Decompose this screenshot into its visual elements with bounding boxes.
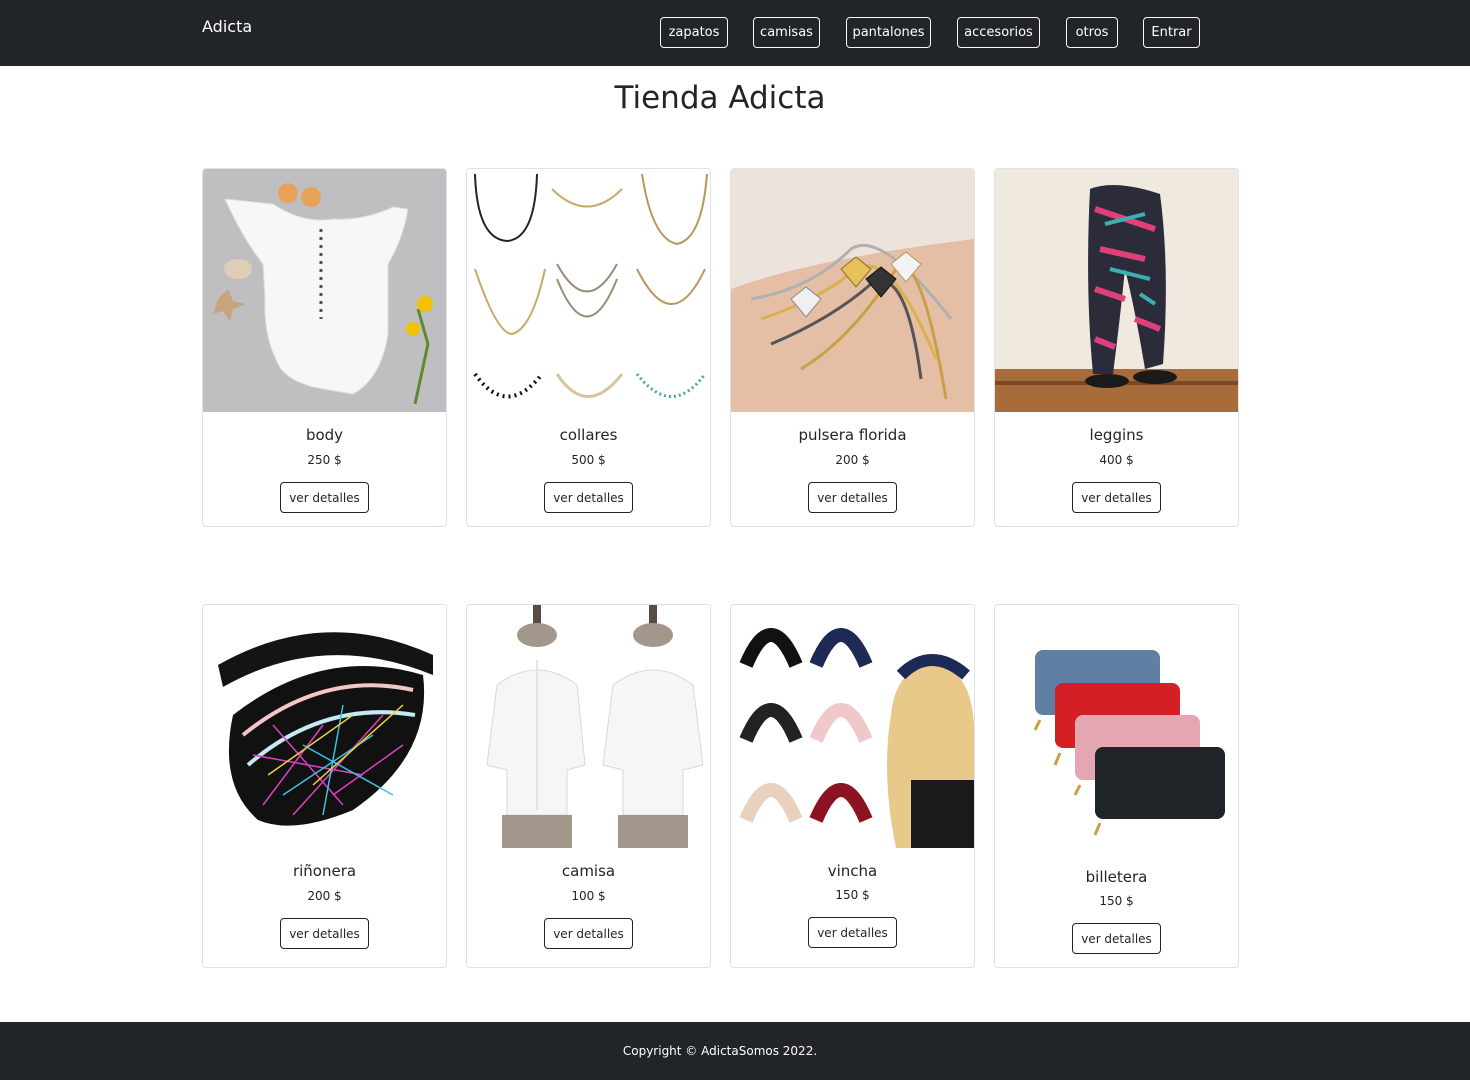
product-card-collares: collares 500 $ ver detalles [466, 168, 711, 527]
footer: Copyright © AdictaSomos 2022. [0, 1022, 1470, 1080]
brand-link[interactable]: Adicta [202, 17, 252, 36]
product-price: 250 $ [307, 453, 342, 467]
product-name: billetera [1085, 868, 1148, 886]
copyright-text: Copyright © AdictaSomos 2022. [622, 1044, 818, 1058]
product-name: vincha [827, 862, 878, 880]
product-name: pulsera florida [798, 426, 907, 444]
details-button[interactable]: ver detalles [544, 482, 633, 513]
wallets-image-icon [995, 605, 1238, 848]
product-price: 100 $ [571, 889, 606, 903]
product-image-collares[interactable] [467, 169, 710, 412]
nav-button-otros[interactable]: otros [1066, 17, 1118, 48]
page-title: Tienda Adicta [614, 80, 826, 116]
details-button[interactable]: ver detalles [1072, 923, 1161, 954]
product-image-pulsera-florida[interactable] [731, 169, 974, 412]
login-button[interactable]: Entrar [1143, 17, 1200, 48]
product-name: collares [559, 426, 618, 444]
product-price: 500 $ [571, 453, 606, 467]
navbar: Adicta zapatos camisas pantalones acceso… [0, 0, 1470, 66]
product-image-vincha[interactable] [731, 605, 974, 848]
fanny-pack-image-icon [203, 605, 446, 848]
product-price: 150 $ [835, 888, 870, 902]
bracelets-image-icon [731, 169, 974, 412]
product-name: riñonera [292, 862, 357, 880]
product-card-pulsera-florida: pulsera florida 200 $ ver detalles [730, 168, 975, 527]
details-button[interactable]: ver detalles [808, 917, 897, 948]
product-price: 200 $ [307, 889, 342, 903]
details-button[interactable]: ver detalles [280, 482, 369, 513]
product-card-camisa: camisa 100 $ ver detalles [466, 604, 711, 968]
details-button[interactable]: ver detalles [280, 918, 369, 949]
nav-button-pantalones[interactable]: pantalones [846, 17, 931, 48]
details-button[interactable]: ver detalles [1072, 482, 1161, 513]
necklaces-image-icon [467, 169, 710, 412]
leggings-image-icon [995, 169, 1238, 412]
product-card-leggins: leggins 400 $ ver detalles [994, 168, 1239, 527]
product-image-camisa[interactable] [467, 605, 710, 848]
product-card-rinonera: riñonera 200 $ ver detalles [202, 604, 447, 968]
product-name: leggins [1089, 426, 1144, 444]
headbands-image-icon [731, 605, 974, 848]
shirt-image-icon [467, 605, 710, 848]
product-image-body[interactable] [203, 169, 446, 412]
product-price: 400 $ [1099, 453, 1134, 467]
product-image-leggins[interactable] [995, 169, 1238, 412]
product-image-rinonera[interactable] [203, 605, 446, 848]
nav-button-zapatos[interactable]: zapatos [660, 17, 728, 48]
product-name: body [305, 426, 344, 444]
product-price: 150 $ [1099, 894, 1134, 908]
nav-button-accesorios[interactable]: accesorios [957, 17, 1040, 48]
details-button[interactable]: ver detalles [544, 918, 633, 949]
nav-button-camisas[interactable]: camisas [753, 17, 820, 48]
details-button[interactable]: ver detalles [808, 482, 897, 513]
product-name: camisa [561, 862, 616, 880]
product-card-vincha: vincha 150 $ ver detalles [730, 604, 975, 968]
product-card-body: body 250 $ ver detalles [202, 168, 447, 527]
product-card-billetera: billetera 150 $ ver detalles [994, 604, 1239, 968]
bodysuit-image-icon [203, 169, 446, 412]
product-image-billetera[interactable] [995, 605, 1238, 848]
product-price: 200 $ [835, 453, 870, 467]
